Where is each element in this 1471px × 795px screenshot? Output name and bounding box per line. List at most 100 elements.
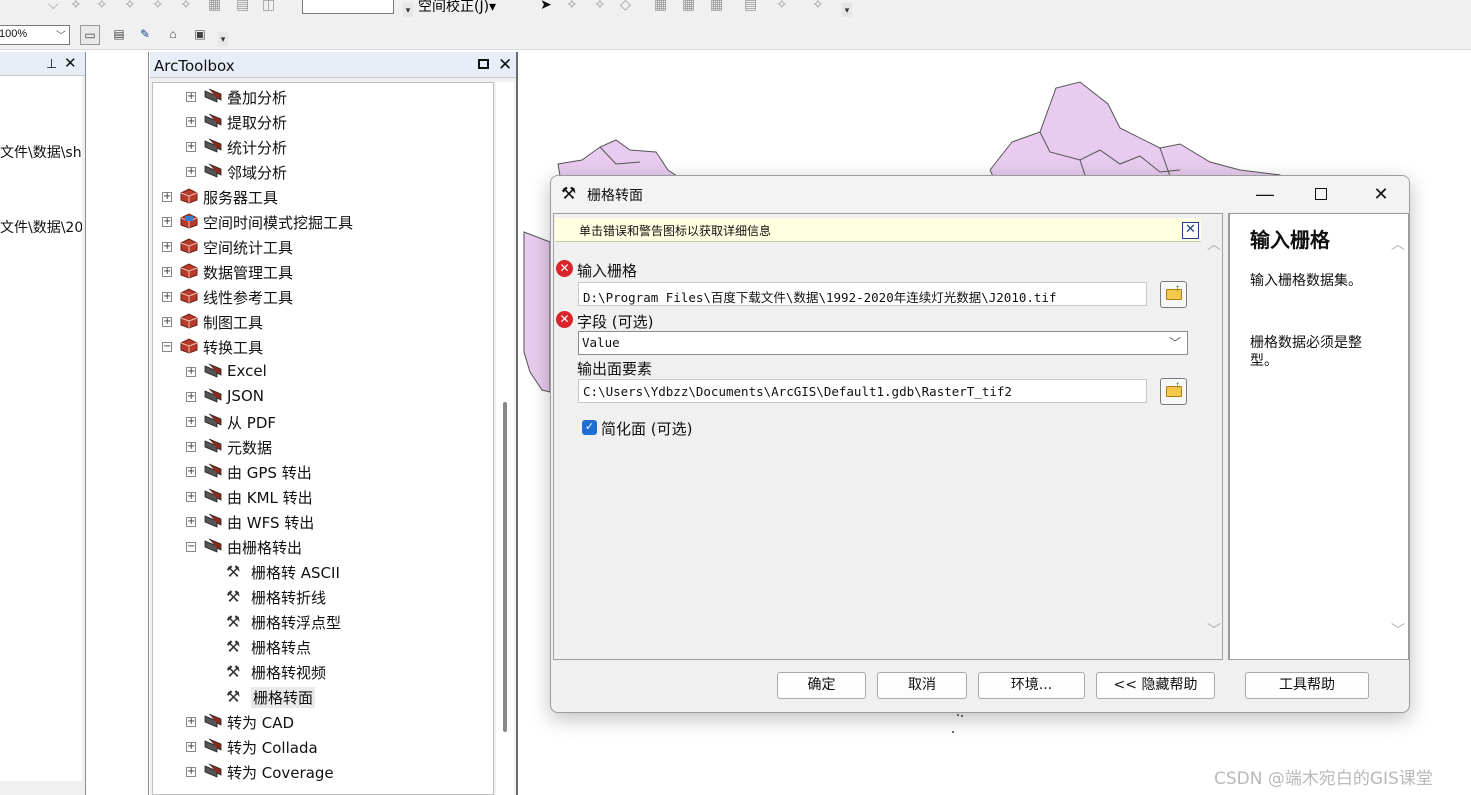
browse-output-button[interactable]: ↑ <box>1160 378 1187 405</box>
layer-combo[interactable] <box>302 0 394 14</box>
adjust-tool-icon[interactable]: ◇ <box>620 0 631 11</box>
tree-toolset-item[interactable]: + 由 GPS 转出 <box>153 460 493 485</box>
tool-help-button[interactable]: 工具帮助 <box>1245 672 1369 699</box>
message-close-button[interactable]: ✕ <box>1182 222 1199 239</box>
error-icon[interactable]: ✕ <box>556 260 573 277</box>
expand-icon[interactable]: + <box>186 142 196 152</box>
expand-icon[interactable]: + <box>186 167 196 177</box>
tree-toolset-item[interactable]: + 空间统计工具 <box>153 235 493 260</box>
toolbar-overflow-button[interactable]: ▾ <box>218 32 228 46</box>
page-layout-icon[interactable]: ▭ <box>80 25 100 45</box>
expand-icon[interactable]: + <box>186 517 196 527</box>
tree-toolset-item[interactable]: + 转为 CAD <box>153 710 493 735</box>
adjust-tool-icon[interactable]: ✧ <box>566 0 578 11</box>
expand-icon[interactable]: + <box>186 417 196 427</box>
vertex-tool-icon[interactable]: ⌵ <box>48 0 59 11</box>
zoom-combo[interactable]: 100% ﹀ <box>0 25 70 45</box>
tree-tool-item[interactable]: ⚒ 栅格转面 <box>153 685 493 710</box>
adjust-tool-icon[interactable]: ✧ <box>594 0 606 11</box>
field-select[interactable]: Value ﹀ <box>578 331 1188 355</box>
tree-toolset-item[interactable]: + JSON <box>153 385 493 410</box>
expand-icon[interactable]: + <box>162 267 172 277</box>
scroll-down-icon[interactable]: ﹀ <box>1390 620 1406 640</box>
tree-toolset-item[interactable]: + 叠加分析 <box>153 85 493 110</box>
pencil-icon[interactable]: ✎ <box>135 25 155 45</box>
tree-toolset-item[interactable]: + 由 WFS 转出 <box>153 510 493 535</box>
layer-source-path[interactable]: 文件\数据\20 <box>0 217 82 237</box>
collapse-icon[interactable]: − <box>162 342 172 352</box>
tree-scrollbar[interactable] <box>496 82 514 795</box>
expand-icon[interactable]: + <box>162 317 172 327</box>
tree-toolset-item[interactable]: + 统计分析 <box>153 135 493 160</box>
pin-icon[interactable]: ⊥ <box>46 56 57 72</box>
tree-toolset-item[interactable]: + 元数据 <box>153 435 493 460</box>
tree-tool-item[interactable]: ⚒ 栅格转 ASCII <box>153 560 493 585</box>
link-icon[interactable]: ▦ <box>710 0 723 11</box>
ok-button[interactable]: 确定 <box>777 672 866 699</box>
tree-toolset-item[interactable]: + 线性参考工具 <box>153 285 493 310</box>
error-icon[interactable]: ✕ <box>556 311 573 328</box>
environments-button[interactable]: 环境... <box>978 672 1085 699</box>
minimize-button[interactable]: — <box>1247 182 1283 206</box>
restore-icon[interactable] <box>478 59 489 69</box>
tree-tool-item[interactable]: ⚒ 栅格转折线 <box>153 585 493 610</box>
toolbar-overflow-button[interactable]: ▾ <box>403 3 413 17</box>
scrollbar-thumb[interactable] <box>503 402 507 732</box>
scroll-up-icon[interactable]: ︿ <box>1206 234 1222 254</box>
cancel-button[interactable]: 取消 <box>877 672 967 699</box>
edit-tool-icon[interactable]: ✧ <box>180 0 192 11</box>
grid-icon[interactable]: ▦ <box>654 0 667 11</box>
expand-icon[interactable]: + <box>186 442 196 452</box>
expand-icon[interactable]: + <box>162 217 172 227</box>
expand-icon[interactable]: + <box>186 92 196 102</box>
expand-icon[interactable]: + <box>162 192 172 202</box>
python-window-icon[interactable]: ▣ <box>190 25 210 45</box>
tree-toolset-item[interactable]: + 转为 Coverage <box>153 760 493 785</box>
tree-toolset-item[interactable]: − 转换工具 <box>153 335 493 360</box>
close-button[interactable]: ✕ <box>1363 182 1399 206</box>
edit-tool-icon[interactable]: ✧ <box>152 0 164 11</box>
expand-icon[interactable]: + <box>162 242 172 252</box>
tree-toolset-item[interactable]: + Excel <box>153 360 493 385</box>
tree-tool-item[interactable]: ⚒ 栅格转浮点型 <box>153 610 493 635</box>
expand-icon[interactable]: + <box>186 367 196 377</box>
table-icon[interactable]: ▤ <box>236 0 249 11</box>
tree-tool-item[interactable]: ⚒ 栅格转视频 <box>153 660 493 685</box>
scroll-up-icon[interactable]: ︿ <box>1390 234 1406 254</box>
input-raster-field[interactable]: D:\Program Files\百度下载文件\数据\1992-2020年连续灯… <box>578 282 1147 306</box>
tree-toolset-item[interactable]: + 从 PDF <box>153 410 493 435</box>
tree-tool-item[interactable]: ⚒ 栅格转点 <box>153 635 493 660</box>
tree-toolset-item[interactable]: + 由 KML 转出 <box>153 485 493 510</box>
edit-tool-icon[interactable]: ✧ <box>124 0 136 11</box>
table-icon[interactable]: ▤ <box>744 0 757 11</box>
expand-icon[interactable]: + <box>186 467 196 477</box>
expand-icon[interactable]: + <box>186 117 196 127</box>
expand-icon[interactable]: + <box>186 492 196 502</box>
tree-toolset-item[interactable]: + 转为 Collada <box>153 735 493 760</box>
edit-tool-icon[interactable]: ✧ <box>96 0 108 11</box>
collapse-icon[interactable]: − <box>186 542 196 552</box>
tree-toolset-item[interactable]: − 由栅格转出 <box>153 535 493 560</box>
layer-source-path[interactable]: 文件\数据\shi <box>0 142 82 162</box>
toolbar-overflow-button[interactable]: ▾ <box>842 3 852 17</box>
tree-toolset-item[interactable]: + 服务器工具 <box>153 185 493 210</box>
tree-toolset-item[interactable]: + 数据管理工具 <box>153 260 493 285</box>
adjust-tool-icon[interactable]: ✧ <box>812 0 824 11</box>
expand-icon[interactable]: + <box>186 392 196 402</box>
spatial-adjustment-menu[interactable]: 空间校正(J)▾ <box>418 0 496 16</box>
grid-icon[interactable]: ▦ <box>682 0 695 11</box>
hide-help-button[interactable]: << 隐藏帮助 <box>1096 672 1215 699</box>
expand-icon[interactable]: + <box>186 742 196 752</box>
layer-icon[interactable]: ◫ <box>262 0 275 11</box>
select-arrow-icon[interactable]: ➤ <box>540 0 552 11</box>
tree-toolset-item[interactable]: + 邻域分析 <box>153 160 493 185</box>
expand-icon[interactable]: + <box>162 292 172 302</box>
expand-icon[interactable]: + <box>186 717 196 727</box>
simplify-checkbox[interactable]: ✓ <box>582 420 597 435</box>
output-features-field[interactable]: C:\Users\Ydbzz\Documents\ArcGIS\Default1… <box>578 379 1147 403</box>
tree-toolset-item[interactable]: + 空间时间模式挖掘工具 <box>153 210 493 235</box>
scroll-down-icon[interactable]: ﹀ <box>1206 620 1222 640</box>
parameters-scrollbar[interactable]: ︿ ﹀ <box>1206 234 1222 638</box>
page-icon[interactable]: ▤ <box>109 25 129 45</box>
close-icon[interactable]: ✕ <box>498 55 512 75</box>
